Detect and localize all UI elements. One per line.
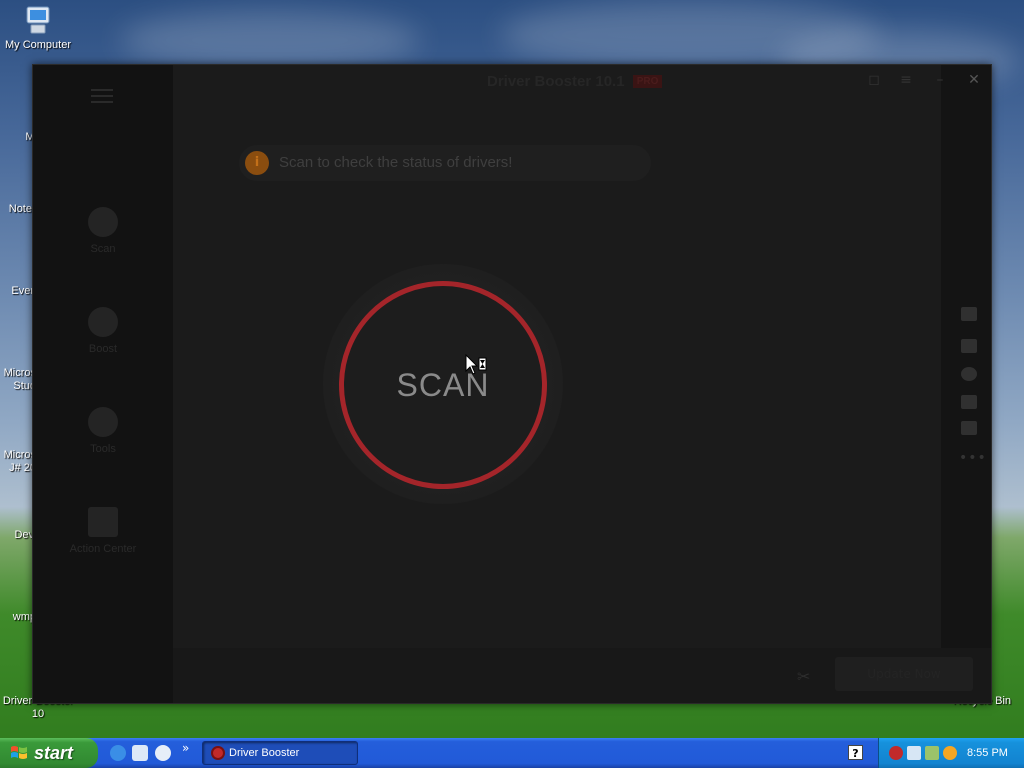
windows-flag-icon <box>11 746 27 759</box>
help-icon[interactable]: ? <box>848 745 863 760</box>
right-toolbar <box>941 65 991 703</box>
driver-booster-task-icon <box>211 746 225 760</box>
sidebar-item-tools[interactable]: Tools <box>33 407 173 455</box>
info-icon: i <box>245 151 269 175</box>
cursor-icon <box>465 354 487 375</box>
driver-booster-window: Scan Boost Tools Action Center Driver Bo… <box>32 64 992 704</box>
chat-icon[interactable] <box>961 421 977 435</box>
update-now-button[interactable]: Update Now <box>835 657 973 691</box>
rocket-icon <box>88 307 118 337</box>
message-icon[interactable] <box>961 307 977 321</box>
driver-booster-tray-icon[interactable] <box>889 746 903 760</box>
sidebar-item-scan[interactable]: Scan <box>33 207 173 255</box>
sidebar-item-label: Action Center <box>69 543 137 555</box>
taskbar: start » Driver Booster 8:55 PM <box>0 738 1024 768</box>
pro-badge: PRO <box>632 75 663 88</box>
sidebar-item-label: Tools <box>90 443 116 455</box>
notice-text: Scan to check the status of drivers! <box>279 154 513 171</box>
windows-icon[interactable] <box>961 339 977 353</box>
globe-icon[interactable] <box>961 367 977 381</box>
show-desktop-icon[interactable] <box>132 745 148 761</box>
window-title: Driver Booster 10.1 PRO <box>487 73 663 90</box>
system-tray: 8:55 PM <box>878 738 1024 768</box>
app-sidebar: Scan Boost Tools Action Center <box>33 65 173 703</box>
desktop-icon-label: My Computer <box>4 39 72 51</box>
internet-explorer-icon[interactable] <box>110 745 126 761</box>
media-player-icon[interactable] <box>155 745 171 761</box>
close-icon[interactable]: ✕ <box>967 73 981 87</box>
more-icon[interactable]: ••• <box>959 450 987 466</box>
taskbar-item-driver-booster[interactable]: Driver Booster <box>202 741 358 765</box>
tools-icon <box>88 407 118 437</box>
scan-notice: i Scan to check the status of drivers! <box>239 145 651 181</box>
scan-button[interactable]: SCAN <box>339 281 547 489</box>
network-icon[interactable] <box>907 746 921 760</box>
safely-remove-icon[interactable] <box>925 746 939 760</box>
wrench-icon[interactable]: ✂ <box>797 667 810 686</box>
start-label: start <box>34 743 74 763</box>
computer-icon <box>22 4 54 36</box>
sidebar-item-action-center[interactable]: Action Center <box>33 507 173 555</box>
desktop-icon-my-computer[interactable]: My Computer <box>0 4 76 52</box>
quick-launch-more-icon[interactable]: » <box>182 741 189 755</box>
menu-icon[interactable] <box>91 89 113 103</box>
sidebar-item-boost[interactable]: Boost <box>33 307 173 355</box>
clock[interactable]: 8:55 PM <box>967 738 1008 768</box>
magnifier-icon[interactable] <box>943 746 957 760</box>
start-button[interactable]: start <box>0 738 98 768</box>
app-title: Driver Booster 10.1 <box>487 73 625 90</box>
sidebar-item-label: Boost <box>88 343 118 355</box>
scan-nav-icon <box>88 207 118 237</box>
settings-icon[interactable]: ≡ <box>899 73 913 87</box>
monitor-icon[interactable] <box>961 395 977 409</box>
grid-icon <box>88 507 118 537</box>
minimize-icon[interactable]: – <box>933 73 947 87</box>
feedback-icon[interactable]: ◻ <box>867 73 881 87</box>
sidebar-item-label: Scan <box>90 243 116 255</box>
task-label: Driver Booster <box>229 747 300 759</box>
